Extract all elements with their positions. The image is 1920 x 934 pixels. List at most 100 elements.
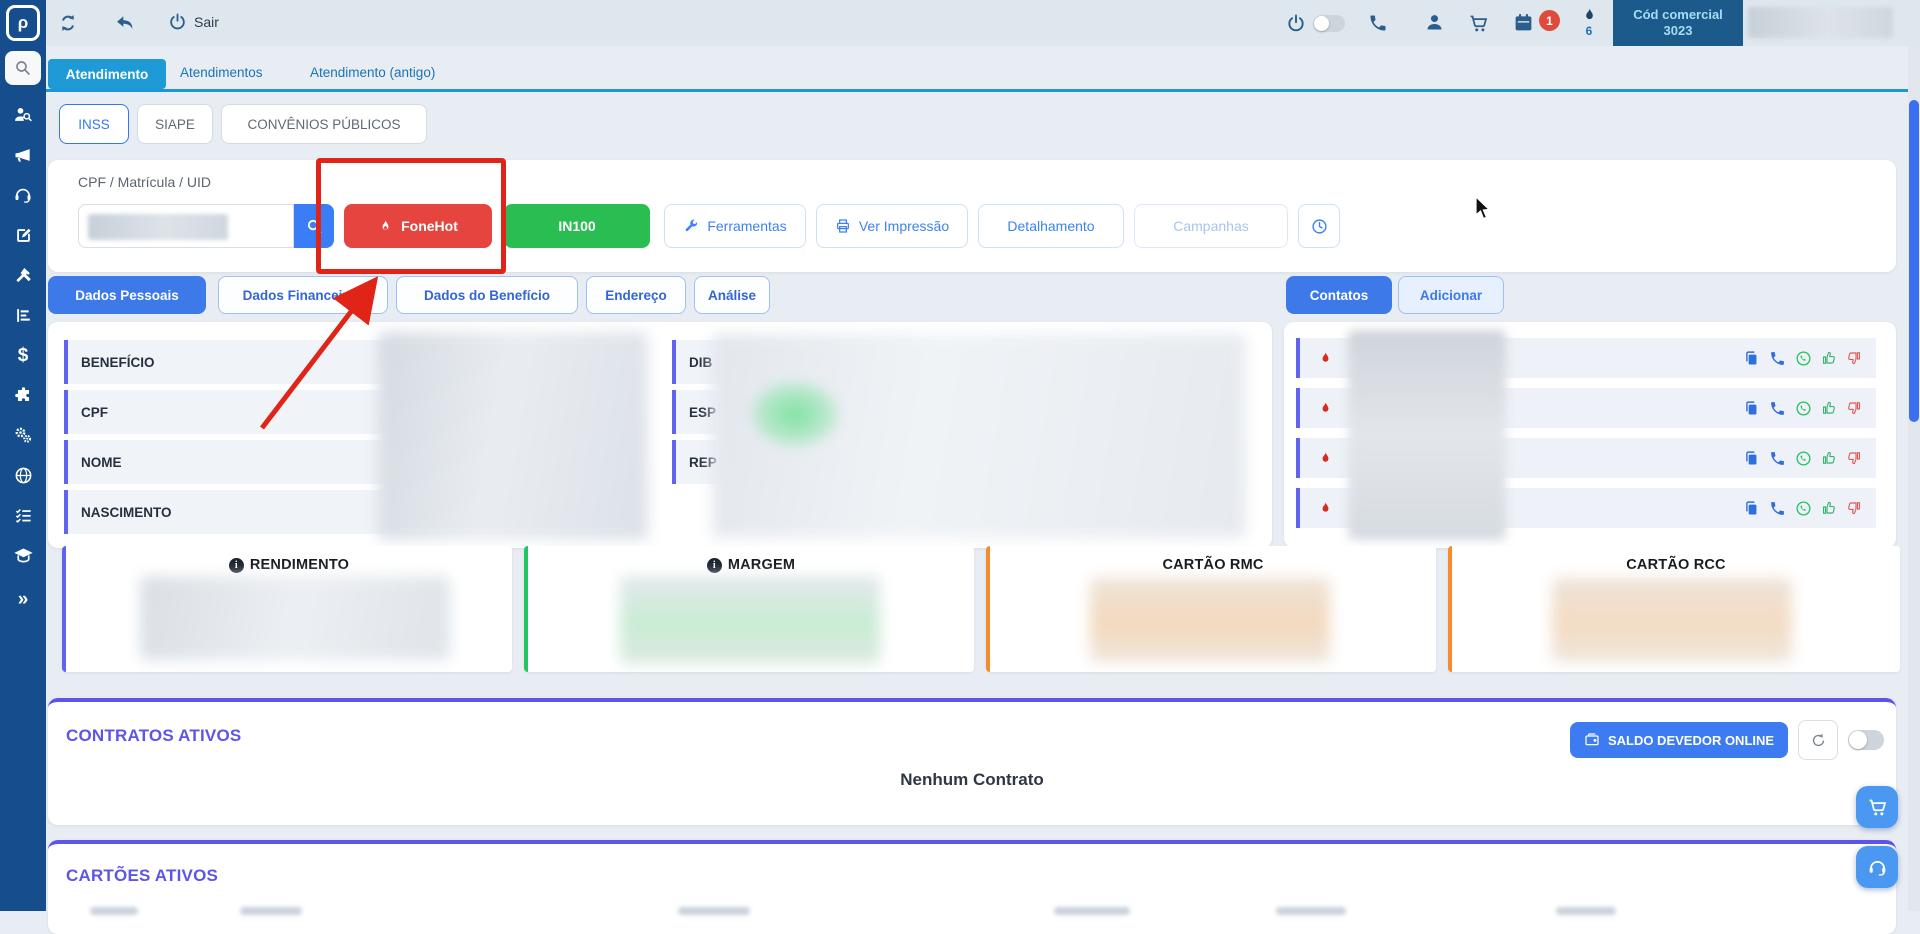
copy-icon[interactable] [1743, 450, 1760, 467]
field-label: DIB [689, 354, 713, 370]
thumbs-up-icon[interactable] [1821, 500, 1837, 516]
annotation-arrow [260, 276, 379, 430]
thumbs-down-icon[interactable] [1846, 500, 1862, 516]
redacted-margem-values [620, 576, 880, 664]
sidebar-item-web[interactable] [0, 458, 46, 492]
sidebar-item-tasks[interactable] [0, 498, 46, 532]
redacted-column-header [1054, 907, 1130, 915]
whatsapp-icon[interactable] [1795, 500, 1812, 517]
phone-icon[interactable] [1769, 350, 1786, 367]
chart-bars-icon [14, 306, 33, 325]
nav-tab-atendimento-antigo[interactable]: Atendimento (antigo) [310, 65, 435, 80]
whatsapp-icon[interactable] [1795, 450, 1812, 467]
sidebar-item-support[interactable] [0, 178, 46, 212]
undo-icon[interactable] [115, 13, 135, 33]
sidebar-item-integrations[interactable] [0, 378, 46, 412]
floating-cart-button[interactable] [1856, 786, 1898, 828]
hot-flame-icon [1318, 500, 1333, 517]
tab-analise[interactable]: Análise [694, 276, 770, 314]
sidebar-collapse-button[interactable]: » [0, 582, 46, 616]
phone-icon[interactable] [1769, 500, 1786, 517]
graduation-cap-icon [13, 545, 34, 566]
field-label: NOME [81, 454, 122, 470]
headset-icon [1867, 857, 1888, 878]
nav-tab-atendimentos[interactable]: Atendimentos [180, 65, 263, 80]
tab-contatos[interactable]: Contatos [1286, 276, 1392, 314]
copy-icon[interactable] [1743, 350, 1760, 367]
flame-icon [1577, 6, 1601, 25]
commercial-code-box: Cód comercial 3023 [1613, 0, 1743, 46]
redacted-column-header [1276, 907, 1346, 915]
whatsapp-icon[interactable] [1795, 400, 1812, 417]
floating-support-button[interactable] [1856, 846, 1898, 888]
status-toggle[interactable] [1313, 15, 1345, 32]
sidebar-item-tools[interactable] [0, 258, 46, 292]
power-icon[interactable] [1286, 13, 1306, 33]
sidebar-search-button[interactable] [5, 51, 41, 85]
flame-counter[interactable]: 6 [1577, 6, 1601, 37]
phone-icon[interactable] [1769, 450, 1786, 467]
tab-dados-beneficio[interactable]: Dados do Benefício [396, 276, 578, 314]
reload-saldo-button[interactable] [1798, 720, 1838, 760]
redacted-column-header [240, 907, 302, 915]
logout-button[interactable]: Sair [168, 12, 219, 31]
active-cards-section: CARTÕES ATIVOS [48, 840, 1896, 934]
ferramentas-button[interactable]: Ferramentas [664, 204, 806, 248]
in100-button[interactable]: IN100 [504, 204, 650, 248]
mouse-cursor [1475, 196, 1491, 220]
cart-icon[interactable] [1468, 13, 1489, 34]
tab-dados-pessoais[interactable]: Dados Pessoais [48, 276, 206, 314]
app-root: { "topbar": { "sair_label": "Sair", "cal… [0, 0, 1920, 934]
scrollbar-thumb[interactable] [1909, 100, 1919, 422]
card-title: CARTÃO RCC [1626, 557, 1726, 573]
sidebar-item-training[interactable] [0, 538, 46, 572]
printer-icon [835, 218, 851, 234]
nav-tab-atendimento[interactable]: Atendimento [48, 59, 166, 89]
info-icon[interactable]: i [228, 557, 244, 573]
gears-icon [13, 425, 33, 445]
add-contact-button[interactable]: Adicionar [1398, 276, 1504, 314]
history-clock-button[interactable] [1298, 204, 1340, 248]
segment-convenios[interactable]: CONVÊNIOS PÚBLICOS [221, 104, 427, 144]
search-icon [14, 59, 32, 77]
copy-icon[interactable] [1743, 500, 1760, 517]
thumbs-down-icon[interactable] [1846, 350, 1862, 366]
phone-icon[interactable] [1769, 400, 1786, 417]
thumbs-up-icon[interactable] [1821, 450, 1837, 466]
sidebar-item-campaigns[interactable] [0, 138, 46, 172]
copy-icon[interactable] [1743, 400, 1760, 417]
sidebar-item-register[interactable] [0, 218, 46, 252]
calendar-icon[interactable] [1513, 12, 1534, 33]
sidebar-item-reports[interactable] [0, 298, 46, 332]
tab-endereco[interactable]: Endereço [586, 276, 686, 314]
sidebar-item-client-search[interactable] [0, 98, 46, 132]
sidebar-item-settings[interactable] [0, 418, 46, 452]
refresh-icon[interactable] [58, 13, 78, 33]
card-title: MARGEM [727, 557, 796, 573]
saldo-toggle[interactable] [1848, 730, 1884, 750]
detalhamento-button[interactable]: Detalhamento [978, 204, 1124, 248]
thumbs-down-icon[interactable] [1846, 450, 1862, 466]
segment-siape[interactable]: SIAPE [137, 104, 213, 144]
segment-inss[interactable]: INSS [59, 104, 129, 144]
thumbs-down-icon[interactable] [1846, 400, 1862, 416]
contracts-section: CONTRATOS ATIVOS Nenhum Contrato SALDO D… [48, 698, 1896, 825]
whatsapp-icon[interactable] [1795, 350, 1812, 367]
ver-impressao-button[interactable]: Ver Impressão [816, 204, 968, 248]
empty-contracts-message: Nenhum Contrato [900, 770, 1044, 789]
card-title: CARTÃO RMC [1162, 557, 1264, 573]
user-icon[interactable] [1424, 12, 1445, 33]
phone-icon[interactable] [1368, 13, 1388, 33]
thumbs-up-icon[interactable] [1821, 400, 1837, 416]
thumbs-up-icon[interactable] [1821, 350, 1837, 366]
globe-icon [14, 466, 33, 485]
redacted-rmc-values [1090, 578, 1330, 662]
campanhas-button[interactable]: Campanhas [1134, 204, 1288, 248]
saldo-devedor-button[interactable]: SALDO DEVEDOR ONLINE [1570, 722, 1788, 758]
ferramentas-label: Ferramentas [707, 218, 787, 234]
user-search-icon [13, 105, 33, 125]
cpf-input[interactable] [78, 204, 294, 248]
info-icon[interactable]: i [706, 557, 722, 573]
sidebar-item-financial[interactable]: $ [0, 338, 46, 372]
tabbar-underline [46, 89, 1908, 92]
